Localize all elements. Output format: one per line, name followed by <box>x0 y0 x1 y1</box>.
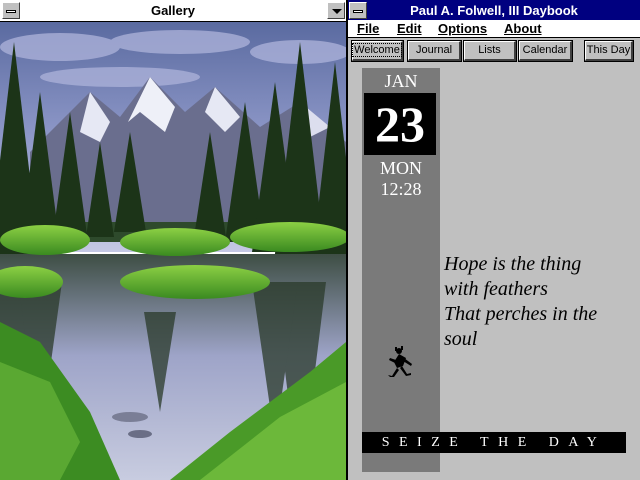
this-day-button[interactable]: This Day <box>584 40 634 62</box>
daybook-window: Paul A. Folwell, III Daybook File Edit O… <box>348 0 640 480</box>
menu-options[interactable]: Options <box>438 21 487 36</box>
journal-button[interactable]: Journal <box>407 40 462 62</box>
time-label: 12:28 <box>380 179 422 199</box>
gallery-title: Gallery <box>150 3 196 18</box>
calendar-label: Calendar <box>522 44 568 56</box>
weekday-label: MON <box>379 158 422 178</box>
daybook-titlebar[interactable]: Paul A. Folwell, III Daybook <box>348 0 640 20</box>
welcome-label: Welcome <box>352 43 402 57</box>
welcome-panel: JAN 23 MON 12:28 Hope is the thing with … <box>358 66 638 476</box>
gallery-window: Gallery <box>0 0 347 480</box>
day-number-box: 23 <box>364 93 436 155</box>
minimize-icon <box>332 9 342 14</box>
toolbar: Welcome Journal Lists Calendar This Day <box>348 38 640 64</box>
minimize-button[interactable] <box>327 2 345 19</box>
quote-line-4: soul <box>444 328 478 350</box>
month-label: JAN <box>384 71 418 91</box>
calendar-button[interactable]: Calendar <box>518 40 573 62</box>
daybook-title: Paul A. Folwell, III Daybook <box>410 3 578 18</box>
day-number: 23 <box>375 96 425 152</box>
menu-file[interactable]: File <box>357 21 379 36</box>
system-menu-icon <box>353 10 363 13</box>
menu-edit[interactable]: Edit <box>397 21 422 36</box>
menu-bar: File Edit Options About <box>348 20 640 38</box>
landscape-image <box>0 22 346 480</box>
quote-line-3: That perches in the <box>444 303 598 325</box>
system-menu-button[interactable] <box>349 2 367 19</box>
menu-options-label: Options <box>438 21 488 36</box>
kokopelli-icon <box>388 346 412 377</box>
journal-label: Journal <box>415 44 453 56</box>
lists-button[interactable]: Lists <box>463 40 517 62</box>
welcome-button[interactable]: Welcome <box>351 40 404 62</box>
motto-banner: SEIZE THE DAY <box>362 432 626 453</box>
quote-text: Hope is the thing with feathers That per… <box>444 252 638 352</box>
lists-label: Lists <box>478 44 501 56</box>
gallery-titlebar[interactable]: Gallery <box>0 0 346 22</box>
menu-edit-label: Edit <box>397 21 422 36</box>
menu-about-label: About <box>504 21 542 36</box>
this-day-label: This Day <box>586 44 631 56</box>
menu-about[interactable]: About <box>504 21 542 36</box>
quote-line-1: Hope is the thing <box>444 253 582 275</box>
menu-file-label: File <box>357 21 380 36</box>
quote-line-2: with feathers <box>444 278 548 300</box>
